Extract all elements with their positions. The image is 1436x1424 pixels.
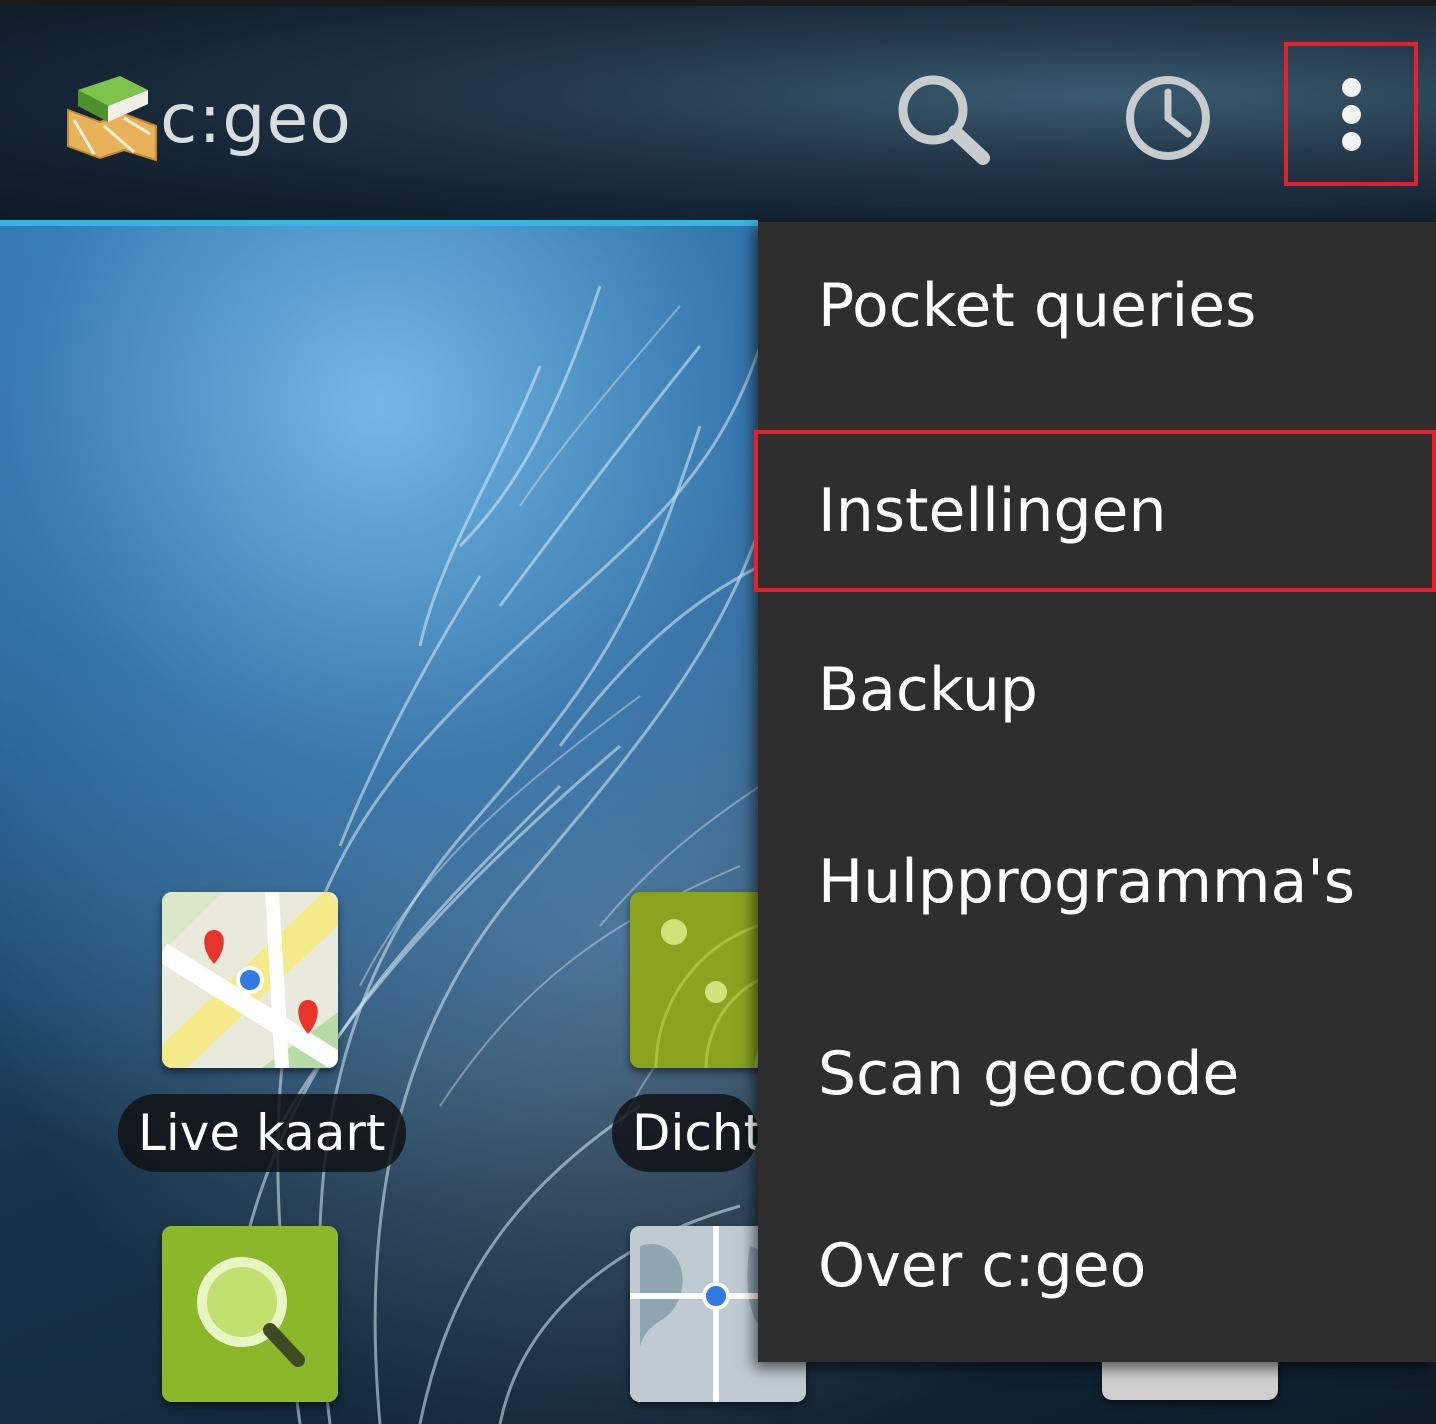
live-map-tile[interactable] [162, 892, 338, 1068]
app-logo-icon[interactable] [64, 70, 160, 162]
search-icon [898, 75, 990, 165]
menu-item-pocket-queries[interactable]: Pocket queries [758, 210, 1436, 402]
search-tile[interactable] [162, 1226, 338, 1402]
overflow-menu-icon [1341, 77, 1361, 97]
menu-item-backup[interactable]: Backup [758, 594, 1436, 786]
nearby-label[interactable]: Dichtbij [612, 1094, 758, 1172]
overflow-menu-icon-dot [1341, 104, 1361, 124]
menu-item-scan-geocode[interactable]: Scan geocode [758, 978, 1436, 1170]
overflow-menu-button[interactable] [1284, 42, 1418, 186]
app-title: c:geo [160, 80, 352, 159]
search-button[interactable] [893, 70, 993, 170]
menu-item-about[interactable]: Over c:geo [758, 1170, 1436, 1362]
live-map-label[interactable]: Live kaart [118, 1094, 406, 1172]
action-bar-divider [0, 220, 758, 226]
overflow-menu: Pocket queries Instellingen Backup Hulpp… [754, 222, 1436, 1362]
map-icon [162, 892, 338, 1068]
menu-item-tools[interactable]: Hulpprogramma's [758, 786, 1436, 978]
history-icon [1126, 76, 1210, 160]
menu-item-settings[interactable]: Instellingen [754, 430, 1436, 592]
overflow-menu-icon-dot [1341, 131, 1361, 151]
search-icon [162, 1226, 338, 1402]
history-button[interactable] [1118, 68, 1218, 168]
